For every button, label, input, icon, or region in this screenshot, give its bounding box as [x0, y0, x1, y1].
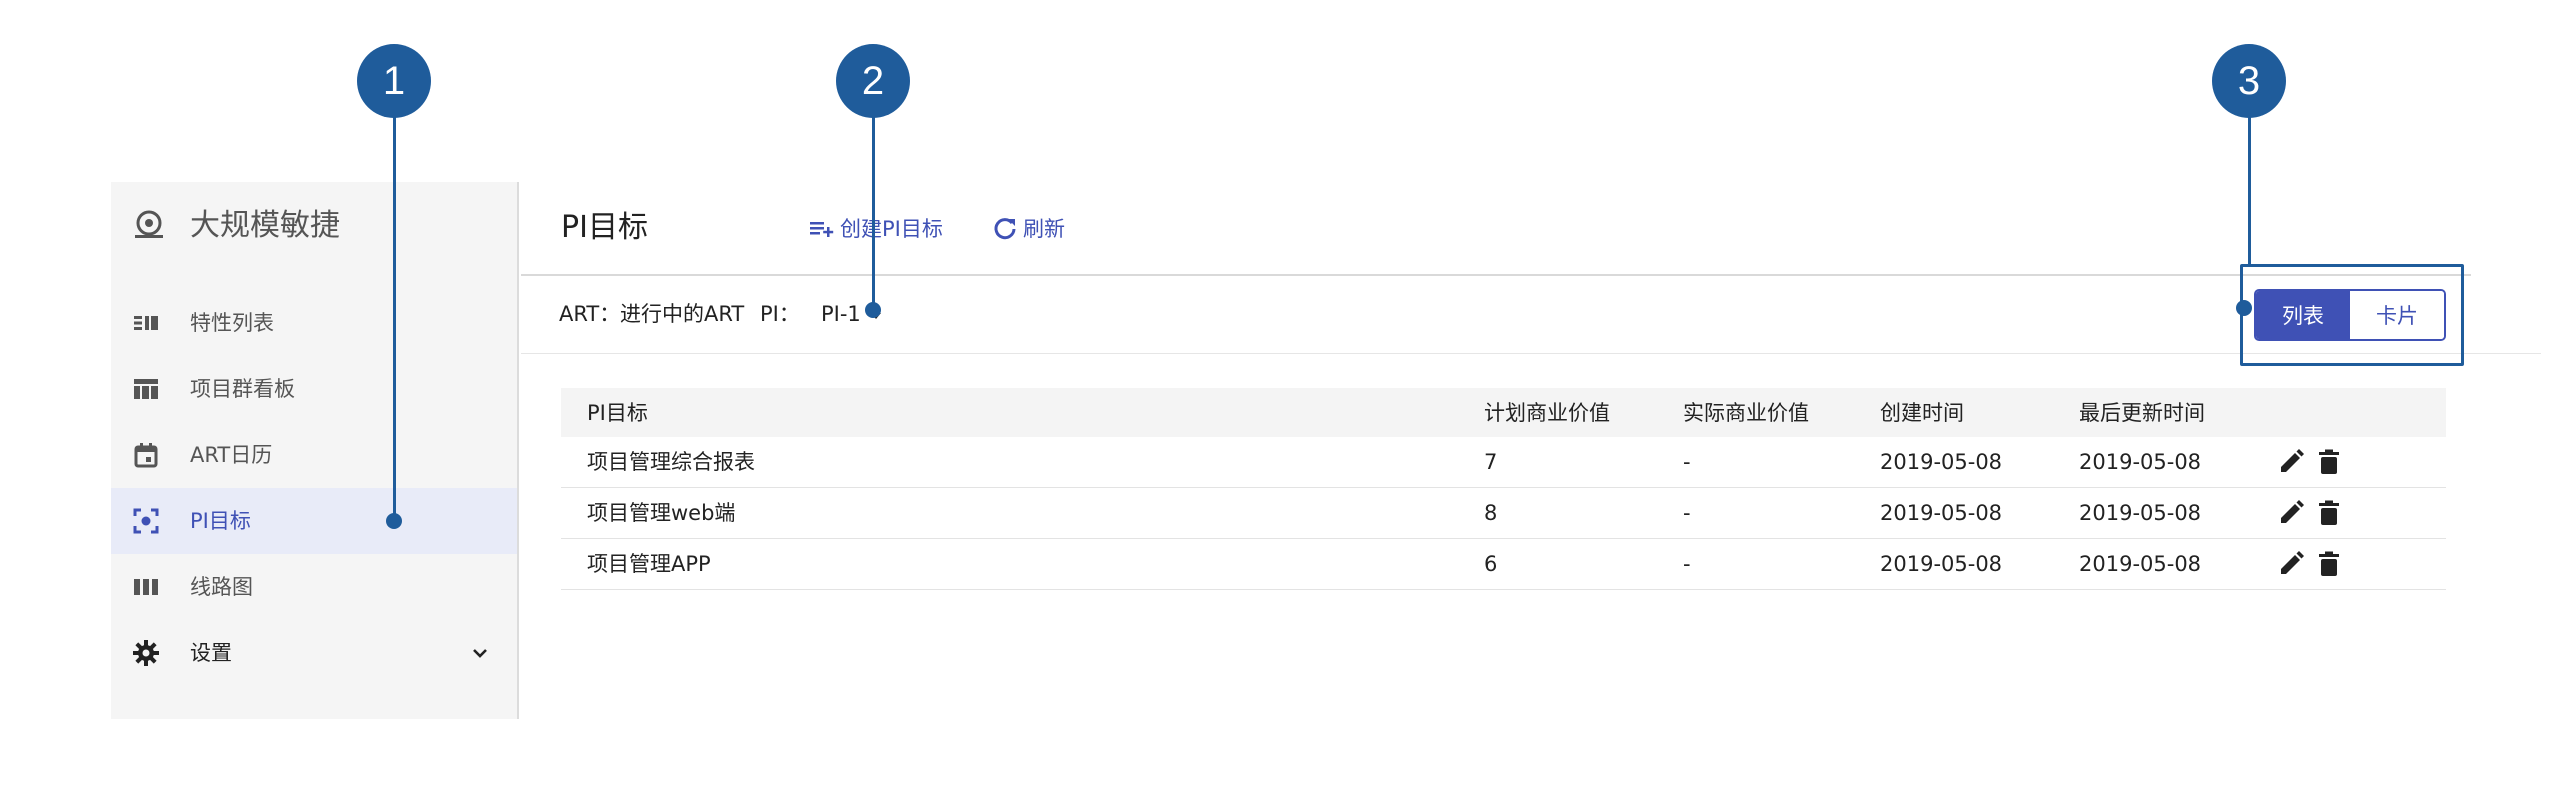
column-header: 创建时间	[1880, 400, 1964, 425]
gear-icon	[133, 640, 159, 666]
sidebar-item-roadmap[interactable]: 线路图	[111, 554, 517, 620]
callout-1-dot	[386, 513, 402, 529]
updated-date: 2019-05-08	[2079, 501, 2202, 525]
planned-value: 7	[1484, 450, 1498, 474]
refresh-icon	[994, 218, 1016, 240]
brand-name: 大规模敏捷	[190, 208, 340, 243]
created-date: 2019-05-08	[1880, 552, 2003, 576]
create-pi-objective-button[interactable]: 创建PI目标	[808, 210, 943, 246]
table-row[interactable]: 项目管理综合报表 7 - 2019-05-08 2019-05-08	[561, 437, 2446, 488]
playlist-add-icon	[810, 222, 834, 237]
callout-2-dot	[865, 302, 881, 318]
pi-select-value: PI-1	[821, 302, 861, 326]
callout-3-line	[2248, 116, 2251, 266]
objective-name: 项目管理web端	[587, 501, 736, 525]
edit-icon[interactable]	[2277, 550, 2305, 578]
updated-date: 2019-05-08	[2079, 450, 2202, 474]
sidebar-item-settings[interactable]: 设置	[111, 620, 517, 686]
row-actions	[2277, 499, 2343, 527]
table-row[interactable]: 项目管理APP 6 - 2019-05-08 2019-05-08	[561, 539, 2446, 590]
chevron-down-icon[interactable]	[469, 642, 491, 664]
row-actions	[2277, 550, 2343, 578]
agile-logo-icon	[135, 210, 163, 238]
objective-name: 项目管理综合报表	[587, 450, 755, 474]
column-header: 计划商业价值	[1484, 400, 1610, 425]
sidebar-item-label: ART日历	[190, 443, 273, 467]
sidebar-item-art-calendar[interactable]: ART日历	[111, 422, 517, 488]
sidebar-item-label: 设置	[190, 641, 232, 665]
callout-1: 1	[357, 44, 431, 118]
table-header: PI目标 计划商业价值 实际商业价值 创建时间 最后更新时间	[561, 388, 2446, 437]
delete-icon[interactable]	[2315, 499, 2343, 527]
callout-3-dot	[2236, 300, 2252, 316]
roadmap-icon	[134, 579, 158, 595]
sidebar-item-feature-list[interactable]: 特性列表	[111, 290, 517, 356]
callout-2-line	[872, 116, 875, 310]
edit-icon[interactable]	[2277, 448, 2305, 476]
page-title: PI目标	[561, 210, 648, 245]
sidebar-item-board[interactable]: 项目群看板	[111, 356, 517, 422]
delete-icon[interactable]	[2315, 550, 2343, 578]
sidebar-item-pi-objectives[interactable]: PI目标	[111, 488, 517, 554]
feature-list-icon	[134, 316, 158, 330]
create-button-label: 创建PI目标	[840, 217, 943, 241]
row-actions	[2277, 448, 2343, 476]
callout-2: 2	[836, 44, 910, 118]
created-date: 2019-05-08	[1880, 450, 2003, 474]
column-header: PI目标	[587, 400, 648, 425]
sidebar-item-label: 项目群看板	[190, 377, 295, 401]
filter-bar: ART： 进行中的ART PI： PI-1	[521, 276, 2541, 354]
page-header: PI目标 创建PI目标 刷新	[521, 182, 2471, 276]
brand: 大规模敏捷	[111, 182, 517, 270]
callout-3: 3	[2212, 44, 2286, 118]
table-row[interactable]: 项目管理web端 8 - 2019-05-08 2019-05-08	[561, 488, 2446, 539]
pi-filter-label: PI：	[760, 302, 800, 326]
actual-value: -	[1683, 501, 1691, 525]
refresh-button[interactable]: 刷新	[991, 210, 1065, 246]
edit-icon[interactable]	[2277, 499, 2305, 527]
delete-icon[interactable]	[2315, 448, 2343, 476]
art-filter-value[interactable]: 进行中的ART	[620, 298, 744, 330]
updated-date: 2019-05-08	[2079, 552, 2202, 576]
refresh-button-label: 刷新	[1023, 217, 1065, 241]
sidebar: 大规模敏捷 特性列表 项目群看板 ART日历 PI目标 线路图 设置	[111, 182, 519, 719]
callout-1-line	[393, 116, 396, 520]
target-icon	[133, 508, 159, 534]
callout-3-box	[2240, 264, 2464, 366]
actual-value: -	[1683, 552, 1691, 576]
objective-name: 项目管理APP	[587, 552, 711, 576]
sidebar-item-label: PI目标	[190, 509, 251, 533]
created-date: 2019-05-08	[1880, 501, 2003, 525]
pi-objectives-table: PI目标 计划商业价值 实际商业价值 创建时间 最后更新时间 项目管理综合报表 …	[561, 388, 2446, 590]
board-icon	[134, 379, 158, 399]
actual-value: -	[1683, 450, 1691, 474]
art-filter-label: ART：	[559, 302, 621, 326]
sidebar-item-label: 特性列表	[190, 311, 274, 335]
sidebar-item-label: 线路图	[190, 575, 253, 599]
planned-value: 6	[1484, 552, 1498, 576]
column-header: 最后更新时间	[2079, 400, 2205, 425]
column-header: 实际商业价值	[1683, 400, 1809, 425]
planned-value: 8	[1484, 501, 1498, 525]
calendar-icon	[134, 443, 158, 468]
